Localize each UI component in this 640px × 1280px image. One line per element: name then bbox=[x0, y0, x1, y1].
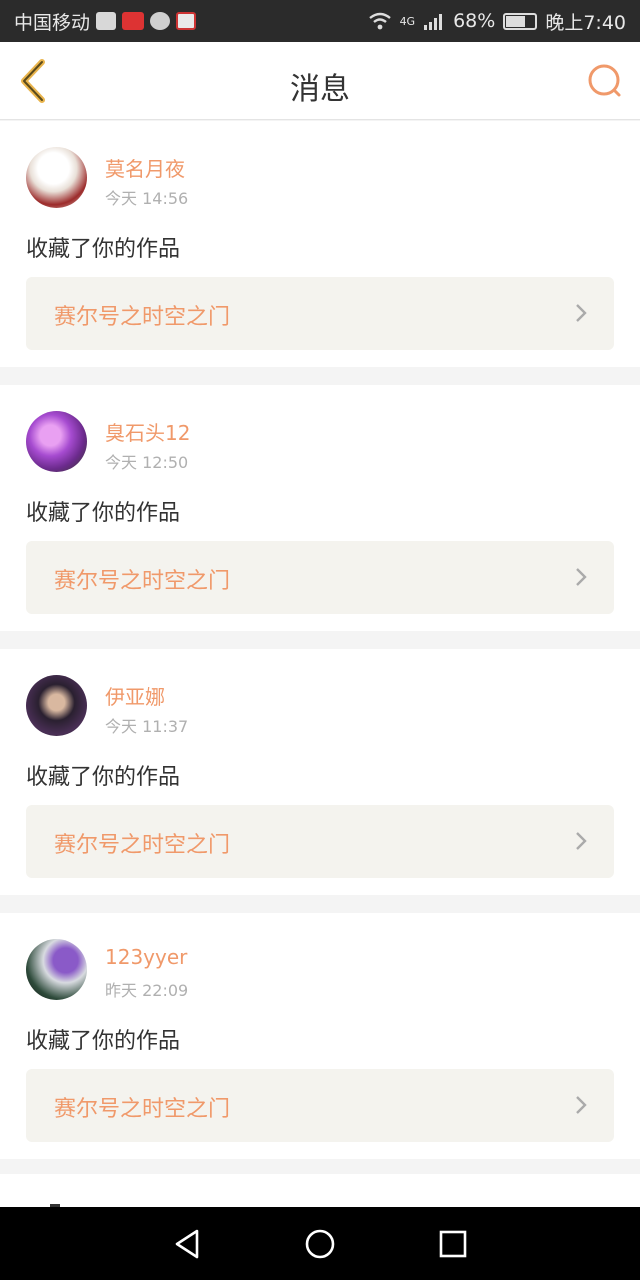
message-card: 莫名月夜 今天 14:56 收藏了你的作品 赛尔号之时空之门 bbox=[0, 121, 640, 367]
work-title: 赛尔号之时空之门 bbox=[54, 1097, 231, 1122]
message-time: 昨天 22:09 bbox=[105, 981, 189, 1000]
signal-icon bbox=[424, 14, 443, 30]
work-link[interactable]: 赛尔号之时空之门 bbox=[26, 541, 614, 614]
avatar[interactable] bbox=[26, 147, 87, 208]
sender-name[interactable]: 伊亚娜 bbox=[105, 681, 165, 710]
message-action: 收藏了你的作品 bbox=[26, 237, 181, 262]
chevron-right-icon bbox=[576, 568, 587, 586]
message-action: 收藏了你的作品 bbox=[26, 1029, 181, 1054]
news-icon bbox=[122, 12, 145, 30]
status-bar: 中国移动 4G 68% 晚上7:40 bbox=[0, 0, 640, 42]
work-link[interactable]: 赛尔号之时空之门 bbox=[26, 277, 614, 350]
nav-recent-icon[interactable] bbox=[433, 1224, 473, 1264]
work-link[interactable]: 赛尔号之时空之门 bbox=[26, 1069, 614, 1142]
battery-percent: 68% bbox=[453, 10, 496, 32]
avatar[interactable] bbox=[26, 411, 87, 472]
wifi-icon bbox=[368, 12, 391, 30]
avatar[interactable] bbox=[26, 939, 87, 1000]
chevron-right-icon bbox=[576, 304, 587, 322]
network-type: 4G bbox=[399, 14, 416, 28]
message-time: 今天 14:56 bbox=[105, 189, 189, 208]
battery-icon bbox=[503, 12, 538, 30]
message-time: 今天 12:50 bbox=[105, 453, 189, 472]
sender-name[interactable]: 莫名月夜 bbox=[105, 153, 185, 182]
system-nav-bar bbox=[0, 1207, 640, 1280]
page-title: 消息 bbox=[290, 72, 350, 107]
message-action: 收藏了你的作品 bbox=[26, 765, 181, 790]
wechat-icon bbox=[150, 12, 171, 30]
message-card: 伊亚娜 今天 11:37 收藏了你的作品 赛尔号之时空之门 bbox=[0, 649, 640, 895]
avatar[interactable] bbox=[26, 675, 87, 736]
sender-name[interactable]: 臭石头12 bbox=[105, 417, 190, 446]
work-title: 赛尔号之时空之门 bbox=[54, 305, 231, 330]
message-action: 收藏了你的作品 bbox=[26, 501, 181, 526]
nav-home-icon[interactable] bbox=[300, 1224, 340, 1264]
pulse-icon bbox=[96, 12, 117, 30]
map-icon bbox=[176, 12, 197, 30]
chevron-right-icon bbox=[576, 1096, 587, 1114]
app-header: 消息 bbox=[0, 42, 640, 120]
sender-name[interactable]: 123yyer bbox=[105, 945, 187, 969]
work-title: 赛尔号之时空之门 bbox=[54, 569, 231, 594]
message-card: 123yyer 昨天 22:09 收藏了你的作品 赛尔号之时空之门 bbox=[0, 913, 640, 1159]
work-title: 赛尔号之时空之门 bbox=[54, 833, 231, 858]
search-icon[interactable] bbox=[586, 62, 624, 100]
clock: 晚上7:40 bbox=[545, 11, 626, 34]
chevron-right-icon bbox=[576, 832, 587, 850]
message-card-partial bbox=[0, 1174, 640, 1207]
nav-back-icon[interactable] bbox=[167, 1224, 207, 1264]
carrier-name: 中国移动 bbox=[14, 11, 91, 34]
work-link[interactable]: 赛尔号之时空之门 bbox=[26, 805, 614, 878]
message-card: 臭石头12 今天 12:50 收藏了你的作品 赛尔号之时空之门 bbox=[0, 385, 640, 631]
message-list: 莫名月夜 今天 14:56 收藏了你的作品 赛尔号之时空之门 臭石头12 今天 … bbox=[0, 121, 640, 1177]
message-time: 今天 11:37 bbox=[105, 717, 189, 736]
